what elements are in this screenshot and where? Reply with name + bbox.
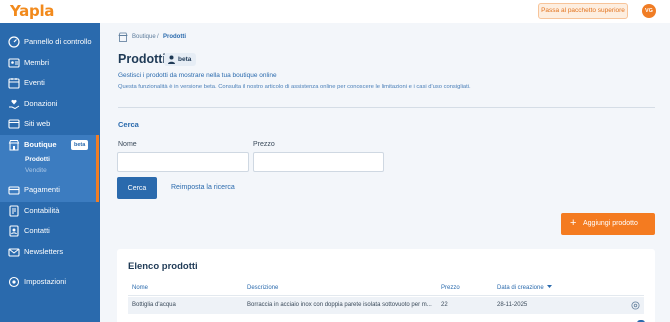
sidebar-item-settings[interactable]: Impostazioni [0,273,100,291]
sidebar-item-donations[interactable]: Donazioni [0,95,100,113]
name-label: Nome [118,141,137,148]
contacts-icon [9,225,19,237]
cell-created: 28-11-2025 [497,302,528,308]
settings-icon[interactable] [631,301,640,310]
product-list-title: Elenco prodotti [128,261,198,272]
sidebar-item-label: Siti web [24,119,51,128]
sidebar-item-contacts[interactable]: Contatti [0,222,100,240]
shop-icon [8,140,20,151]
name-input[interactable] [117,152,249,172]
sidebar-item-label: Newsletters [24,247,64,256]
sidebar-item-label: Membri [24,58,50,67]
sidebar-item-label: Impostazioni [24,277,67,286]
gauge-icon [8,36,20,48]
reset-search-link[interactable]: Reimposta la ricerca [171,184,235,191]
page-title: Prodotti [118,52,166,66]
sidebar-subitem-products[interactable]: Prodotti [25,156,50,163]
payments-icon [8,186,20,195]
column-header-created-label: Data di creazione [497,285,544,291]
beta-badge-label: beta [178,56,192,63]
sidebar-item-members[interactable]: Membri [0,54,100,72]
upgrade-button[interactable]: Passa al pacchetto superiore [538,3,628,19]
price-input[interactable] [253,152,384,172]
plus-icon: + [570,217,577,229]
sidebar-item-events[interactable]: Eventi [0,74,100,92]
divider [118,107,655,108]
breadcrumb-current: Prodotti [163,34,186,40]
sidebar: Pannello di controllo Membri Eventi Dona… [0,23,100,322]
cell-price: 22 [441,302,448,308]
cell-name: Bottiglia d'acqua [132,302,176,308]
shop-icon[interactable] [118,32,128,42]
sidebar-item-newsletters[interactable]: Newsletters [0,243,100,261]
product-list-card: Elenco prodotti Nome Descrizione Prezzo … [117,249,655,322]
newsletter-icon [8,248,20,257]
app-logo[interactable]: Yapla [10,2,54,20]
beta-note[interactable]: Questa funzionalità è in versione beta. … [118,84,471,90]
column-header-price[interactable]: Prezzo [441,285,460,291]
sidebar-item-dashboard[interactable]: Pannello di controllo [0,33,100,51]
sidebar-item-payments[interactable]: Pagamenti [0,181,100,199]
sidebar-item-accounting[interactable]: Contabilità [0,202,100,220]
page-description: Gestisci i prodotti da mostrare nella tu… [118,72,277,79]
user-icon [168,55,175,64]
breadcrumb-parent[interactable]: Boutique [132,34,156,40]
price-label: Prezzo [253,141,275,148]
members-icon [8,58,20,68]
sort-down-icon [547,285,553,288]
column-header-description[interactable]: Descrizione [247,285,278,291]
breadcrumb-separator: / [157,34,159,40]
column-header-created[interactable]: Data di creazione [497,285,553,291]
website-icon [8,119,20,129]
sidebar-item-label: Contatti [24,226,50,235]
beta-badge: beta [71,140,89,150]
user-avatar[interactable]: VG [642,4,656,18]
beta-badge: beta [164,53,197,66]
search-button[interactable]: Cerca [117,177,157,199]
accounting-icon [9,205,19,217]
donation-icon [9,99,20,110]
sidebar-item-label: Pannello di controllo [24,37,92,46]
sidebar-item-websites[interactable]: Siti web [0,115,100,133]
table-header-divider [128,295,644,296]
sidebar-item-label: Boutique [24,140,57,149]
sidebar-item-label: Eventi [24,78,45,87]
sidebar-item-label: Donazioni [24,99,58,108]
search-section-title: Cerca [118,120,139,129]
cell-description: Borraccia in acciaio inox con doppia par… [247,302,432,308]
calendar-icon [8,78,20,89]
add-product-label: Aggiungi prodotto [583,220,638,227]
add-product-button[interactable]: + Aggiungi prodotto [561,213,655,235]
top-bar: Yapla Passa al pacchetto superiore VG [0,0,670,23]
sidebar-item-label: Pagamenti [24,185,60,194]
column-header-name[interactable]: Nome [132,285,148,291]
sidebar-subitem-sales[interactable]: Vendite [25,167,47,174]
gear-icon [8,276,20,288]
sidebar-item-label: Contabilità [24,206,60,215]
